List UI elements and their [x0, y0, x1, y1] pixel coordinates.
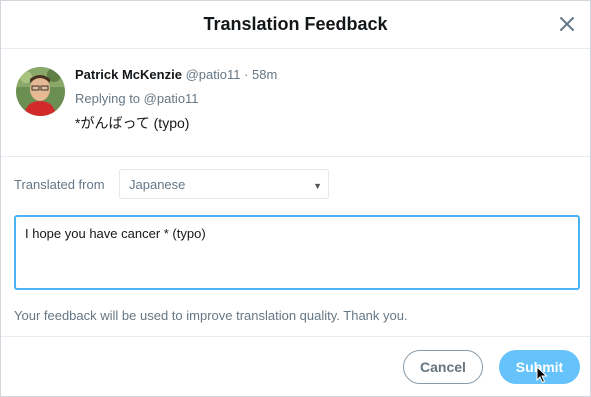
dropdown-arrow-icon: ▼: [313, 181, 322, 191]
translated-from-label: Translated from: [14, 177, 105, 192]
tweet-time[interactable]: 58m: [252, 67, 277, 82]
dialog-header: Translation Feedback: [1, 1, 590, 49]
tweet-meta: Patrick McKenzie @patio11 · 58m: [75, 67, 277, 83]
reply-prefix: Replying to: [75, 91, 144, 106]
tweet-body: Patrick McKenzie @patio11 · 58m Replying…: [75, 67, 277, 132]
dialog-title: Translation Feedback: [203, 14, 388, 34]
reply-handle[interactable]: @patio11: [144, 91, 199, 106]
feedback-textarea[interactable]: I hope you have cancer * (typo): [14, 215, 580, 290]
language-selected-value: Japanese: [129, 177, 186, 192]
dialog-footer: Cancel Submit: [1, 337, 590, 396]
translation-feedback-dialog: Translation Feedback Patrick McKenzie @p…: [0, 0, 591, 397]
author-handle[interactable]: @patio11: [186, 67, 241, 82]
close-icon[interactable]: [558, 15, 576, 33]
avatar[interactable]: [16, 67, 65, 116]
tweet-text: *がんばって (typo): [75, 115, 190, 131]
author-name[interactable]: Patrick McKenzie: [75, 67, 182, 82]
cancel-button[interactable]: Cancel: [403, 350, 483, 384]
quoted-tweet: Patrick McKenzie @patio11 · 58m Replying…: [1, 49, 590, 157]
mouse-pointer-icon: [536, 365, 548, 389]
language-select[interactable]: Japanese ▼: [119, 169, 329, 199]
feedback-form: Translated from Japanese ▼ I hope you ha…: [1, 157, 590, 337]
replying-to: Replying to @patio11: [75, 91, 277, 107]
meta-separator: ·: [244, 67, 249, 82]
feedback-note: Your feedback will be used to improve tr…: [14, 308, 408, 323]
